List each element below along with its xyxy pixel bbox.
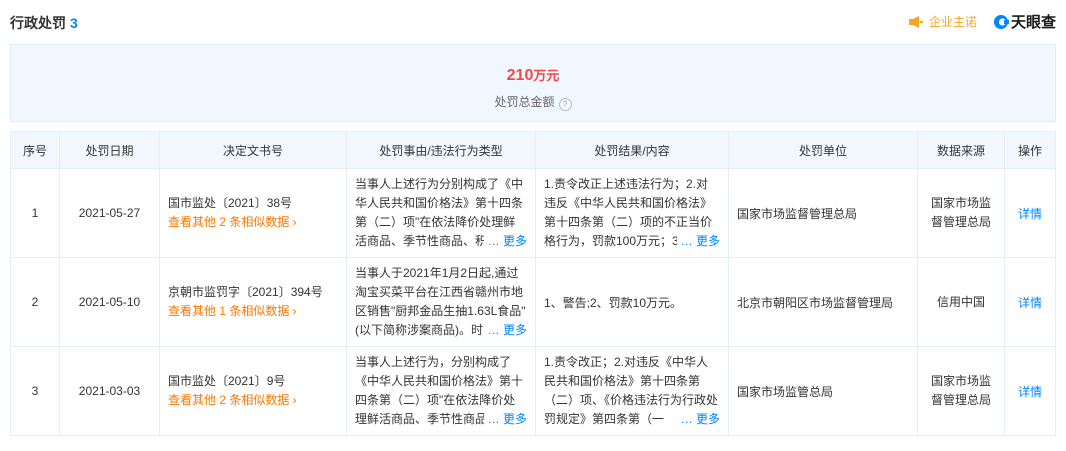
row-action-cell: 详情 [1004, 257, 1056, 347]
detail-link[interactable]: 详情 [1018, 296, 1042, 310]
row-doc-cell: 国市监处〔2021〕9号 查看其他 2 条相似数据 › [159, 346, 347, 436]
row-result: 1、警告;2、罚款10万元。 [535, 257, 729, 347]
row-date: 2021-05-27 [59, 168, 160, 258]
col-header-date: 处罚日期 [59, 131, 160, 169]
detail-link[interactable]: 详情 [1018, 207, 1042, 221]
more-link[interactable]: … 更多 [483, 321, 527, 340]
tianyancha-logo-icon [993, 14, 1009, 29]
total-amount-value: 210 [506, 67, 534, 84]
section-title: 行政处罚 3 [10, 13, 78, 33]
similar-data-link[interactable]: 查看其他 2 条相似数据 › [168, 213, 338, 232]
row-unit: 国家市场监管总局 [728, 346, 918, 436]
row-doc-no: 京朝市监罚字〔2021〕394号 [168, 285, 323, 299]
more-link[interactable]: … 更多 [483, 410, 527, 429]
detail-link[interactable]: 详情 [1018, 385, 1042, 399]
horn-icon [908, 15, 923, 28]
row-source: 国家市场监督管理总局 [917, 346, 1005, 436]
row-source: 国家市场监督管理总局 [917, 168, 1005, 258]
row-source: 信用中国 [917, 257, 1005, 347]
similar-data-link[interactable]: 查看其他 1 条相似数据 › [168, 302, 338, 321]
row-result-cell: 1.责令改正上述违法行为；2.对违反《中华人民共和国价格法》第十四条第（二）项的… [535, 168, 729, 258]
more-link[interactable]: … 更多 [483, 232, 527, 251]
row-doc-no: 国市监处〔2021〕38号 [168, 196, 293, 210]
tianyancha-logo-text: 天眼查 [1010, 14, 1056, 31]
row-action-cell: 详情 [1004, 168, 1056, 258]
row-reason-cell: 当事人上述行为，分别构成了《中华人民共和国价格法》第十四条第（二）项"在依法降价… [346, 346, 536, 436]
enterprise-notice-link[interactable]: 企业主诺 [929, 13, 977, 30]
similar-data-link[interactable]: 查看其他 2 条相似数据 › [168, 391, 338, 410]
row-doc-cell: 京朝市监罚字〔2021〕394号 查看其他 1 条相似数据 › [159, 257, 347, 347]
section-header: 行政处罚 3 企业主诺 天眼查 [10, 0, 1056, 44]
row-date: 2021-03-03 [59, 346, 160, 436]
total-amount-label: 处罚总金额? [11, 93, 1055, 111]
col-header-unit: 处罚单位 [728, 131, 918, 169]
row-index: 2 [10, 257, 60, 347]
col-header-reason: 处罚事由/违法行为类型 [346, 131, 536, 169]
more-link[interactable]: … 更多 [676, 410, 720, 429]
brand-area: 企业主诺 天眼查 [908, 11, 1056, 32]
col-header-doc-no: 决定文书号 [159, 131, 347, 169]
tianyancha-logo: 天眼查 [993, 11, 1056, 32]
table-row: 1 2021-05-27 国市监处〔2021〕38号 查看其他 2 条相似数据 … [10, 168, 1056, 258]
total-amount-unit: 万元 [533, 68, 560, 83]
total-amount-label-text: 处罚总金额 [494, 95, 555, 109]
row-reason-cell: 当事人上述行为分别构成了《中华人民共和国价格法》第十四条第（二）项"在依法降价处… [346, 168, 536, 258]
penalty-summary: 210万元 处罚总金额? [10, 44, 1056, 122]
col-header-result: 处罚结果/内容 [535, 131, 729, 169]
total-amount: 210万元 [11, 65, 1055, 85]
more-link[interactable]: … 更多 [676, 232, 720, 251]
col-header-source: 数据来源 [917, 131, 1005, 169]
row-doc-no: 国市监处〔2021〕9号 [168, 374, 286, 388]
row-index: 1 [10, 168, 60, 258]
record-count: 3 [70, 15, 78, 31]
table-row: 2 2021-05-10 京朝市监罚字〔2021〕394号 查看其他 1 条相似… [10, 257, 1056, 347]
row-unit: 国家市场监督管理总局 [728, 168, 918, 258]
col-header-index: 序号 [10, 131, 60, 169]
help-icon[interactable]: ? [558, 98, 572, 111]
row-result-cell: 1.责令改正；2.对违反《中华人民共和国价格法》第十四条第（二）项、《价格违法行… [535, 346, 729, 436]
row-unit: 北京市朝阳区市场监督管理局 [728, 257, 918, 347]
row-index: 3 [10, 346, 60, 436]
section-title-text: 行政处罚 [10, 15, 66, 31]
table-row: 3 2021-03-03 国市监处〔2021〕9号 查看其他 2 条相似数据 ›… [10, 346, 1056, 436]
table-header-row: 序号 处罚日期 决定文书号 处罚事由/违法行为类型 处罚结果/内容 处罚单位 数… [10, 131, 1056, 169]
col-header-action: 操作 [1004, 131, 1056, 169]
penalty-table: 序号 处罚日期 决定文书号 处罚事由/违法行为类型 处罚结果/内容 处罚单位 数… [10, 131, 1056, 436]
row-date: 2021-05-10 [59, 257, 160, 347]
row-action-cell: 详情 [1004, 346, 1056, 436]
row-doc-cell: 国市监处〔2021〕38号 查看其他 2 条相似数据 › [159, 168, 347, 258]
row-reason-cell: 当事人于2021年1月2日起,通过淘宝买菜平台在江西省赣州市地区销售"厨邦金品生… [346, 257, 536, 347]
